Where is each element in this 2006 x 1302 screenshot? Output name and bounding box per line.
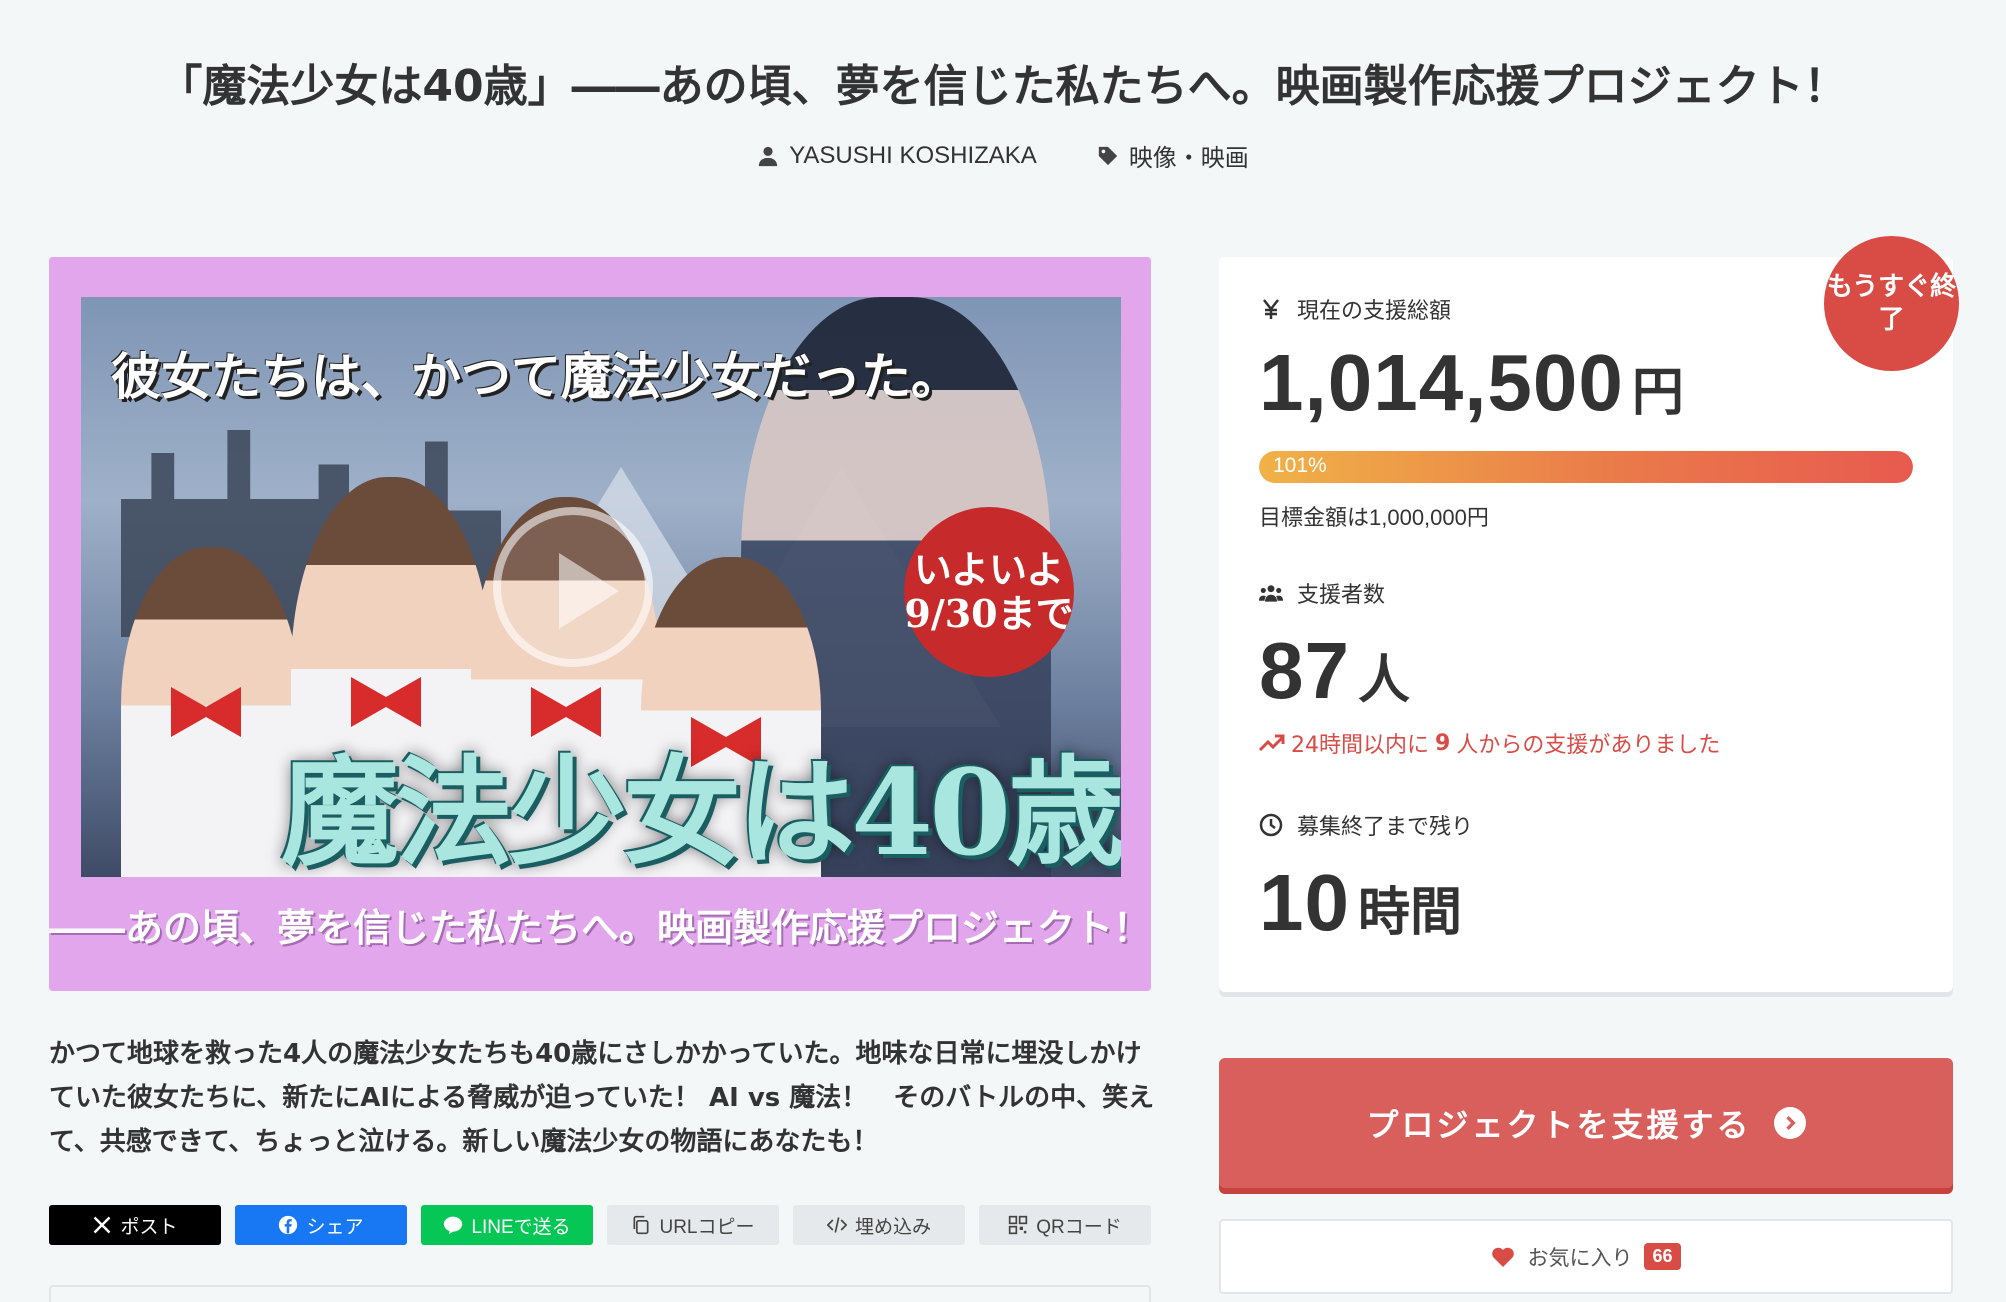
favorite-count: 66: [1644, 1243, 1681, 1270]
code-icon: [826, 1217, 847, 1233]
hero-tagline: 彼女たちは、かつて魔法少女だった。: [111, 347, 961, 406]
user-icon: [759, 146, 778, 166]
heart-icon: [1492, 1247, 1515, 1267]
qr-icon: [1009, 1215, 1028, 1235]
total-label: 現在の支援総額: [1259, 293, 1451, 325]
stats-card: 現在の支援総額 1,014,500 円 101% 目標金額は1,000,000円 …: [1219, 257, 1953, 992]
total-amount: 1,014,500 円: [1259, 338, 1684, 427]
lower-panel: [49, 1285, 1151, 1302]
favorite-button[interactable]: お気に入り 66: [1219, 1219, 1953, 1294]
yen-icon: [1263, 299, 1279, 319]
share-line-button[interactable]: LINEで送る: [421, 1205, 593, 1245]
share-buttons: ポスト シェア LINEで送る URLコピー 埋め込み QRコード: [49, 1205, 1151, 1245]
author-link[interactable]: YASUSHI KOSHIZAKA: [757, 138, 1037, 173]
favorite-label: お気に入り: [1527, 1245, 1633, 1270]
hero-video[interactable]: 彼女たちは、かつて魔法少女だった。 魔法少女は40歳 いよいよ 9/30まで ―…: [49, 257, 1151, 991]
remaining-label: 募集終了まで残り: [1259, 809, 1473, 841]
chevron-right-icon: [1773, 1107, 1806, 1139]
copy-url-button[interactable]: URLコピー: [607, 1205, 779, 1245]
project-meta: YASUSHI KOSHIZAKA 映像・映画: [0, 138, 2006, 173]
facebook-icon: [279, 1215, 298, 1235]
hero-subtitle: ――あの頃、夢を信じた私たちへ。映画製作応援プロジェクト！: [49, 905, 1151, 950]
recent-support-note: 24時間以内に 9 人からの支援がありました: [1259, 727, 1720, 759]
author-name: YASUSHI KOSHIZAKA: [789, 141, 1037, 169]
category-name: 映像・映画: [1128, 145, 1249, 172]
support-project-button[interactable]: プロジェクトを支援する: [1219, 1058, 1953, 1188]
copy-icon: [633, 1215, 649, 1235]
tag-icon: [1098, 146, 1117, 165]
users-icon: [1259, 585, 1283, 602]
ending-soon-badge: もうすぐ終了: [1824, 236, 1959, 371]
progress-fill: [1259, 451, 1913, 483]
share-facebook-button[interactable]: シェア: [235, 1205, 407, 1245]
page-title: 「魔法少女は40歳」――あの頃、夢を信じた私たちへ。映画製作応援プロジェクト！: [158, 61, 1848, 112]
share-x-button[interactable]: ポスト: [49, 1205, 221, 1245]
deadline-badge: いよいよ 9/30まで: [904, 507, 1074, 677]
progress-bar: 101%: [1259, 451, 1913, 483]
progress-percent: 101%: [1273, 454, 1327, 477]
embed-button[interactable]: 埋め込み: [793, 1205, 965, 1245]
supporters-label: 支援者数: [1259, 577, 1385, 609]
remaining-time: 10 時間: [1259, 858, 1462, 947]
line-icon: [444, 1216, 463, 1235]
qr-code-button[interactable]: QRコード: [979, 1205, 1151, 1245]
category-link[interactable]: 映像・映画: [1097, 138, 1249, 173]
x-logo-icon: [94, 1216, 111, 1234]
project-description: かつて地球を救った4人の魔法少女たちも40歳にさしかかっていた。地味な日常に埋没…: [49, 1039, 1155, 1157]
clock-icon: [1259, 813, 1283, 837]
play-button-icon[interactable]: [493, 507, 653, 667]
hero-title-logo: 魔法少女は40歳: [281, 743, 1121, 877]
supporters-count: 87 人: [1259, 626, 1410, 715]
target-amount: 目標金額は1,000,000円: [1259, 505, 1489, 530]
trending-up-icon: [1259, 734, 1285, 752]
